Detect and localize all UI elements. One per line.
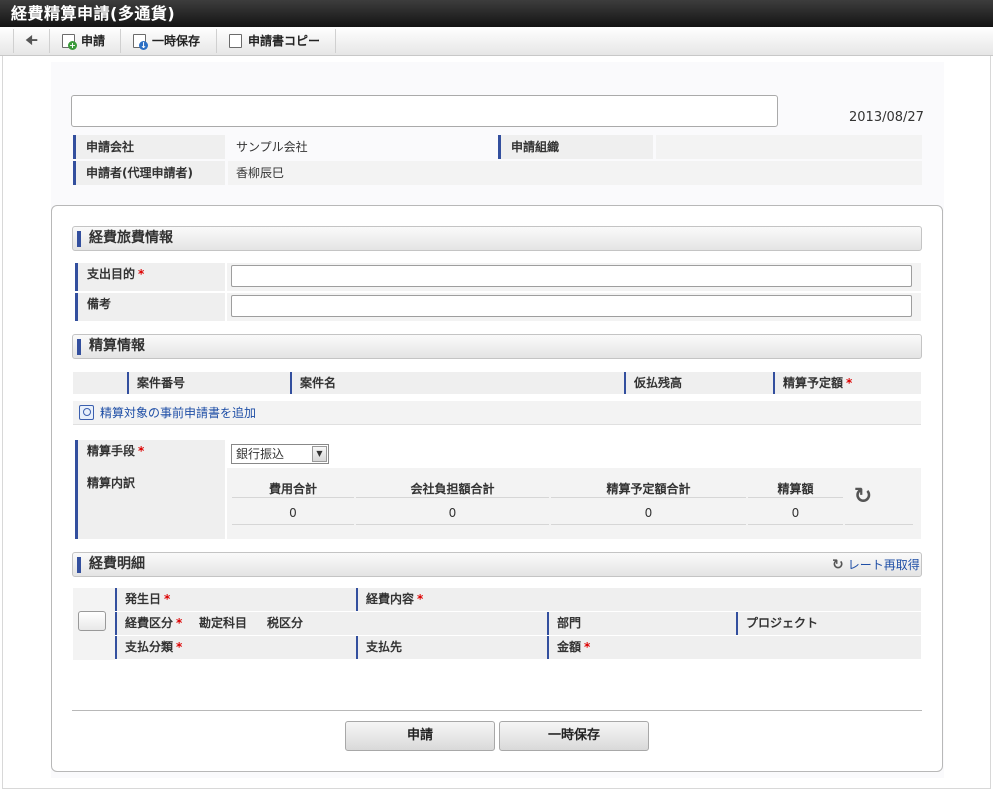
col-payment-type: 支払分類 * (115, 636, 182, 659)
back-button[interactable]: 🠈 (13, 29, 50, 53)
window-title: 経費精算申請(多通貨) (0, 0, 993, 27)
col-project-number: 案件番号 (127, 372, 287, 394)
detail-select-cell (73, 588, 115, 660)
travel-section-header: 経費旅費情報 (72, 226, 922, 251)
save-doc-icon: ↓ (133, 34, 148, 50)
col-planned-amount: 精算予定額 * (773, 372, 921, 394)
copy-toolbar-button[interactable]: 申請書コピー (218, 29, 336, 53)
purpose-row: 支出目的 * (75, 263, 921, 291)
detail-header-row-3: 支払分類 * 支払先 金額 * (115, 636, 921, 660)
method-selected-value: 銀行振込 (236, 447, 285, 461)
detail-header-row-1: 発生日 * 経費内容 * (115, 588, 921, 612)
detail-table: 発生日 * 経費内容 * 経費区分 * 勘定科目 税区分 部門 プロジェクト 支払分類… (73, 588, 921, 660)
chevron-down-icon: ▼ (312, 446, 327, 462)
company-row: 申請会社 サンプル会社 申請組織 (73, 135, 922, 159)
col-advance-balance: 仮払残高 (624, 372, 769, 394)
document-title-input[interactable] (71, 95, 778, 127)
rate-refresh-link[interactable]: ↻ レート再取得 (832, 556, 920, 573)
company-burden-value: 0 (448, 506, 457, 520)
settlement-amount-value: 0 (791, 506, 800, 520)
col-project-name: 案件名 (290, 372, 620, 394)
copy-doc-icon (229, 34, 242, 48)
breakdown-label: 精算内訳 (75, 468, 225, 539)
breakdown-row: 精算内訳 費用合計 0 会社負担額合計 0 精算予定額合計 0 精算額 0 (75, 468, 921, 539)
method-select[interactable]: 銀行振込 ▼ (231, 444, 329, 464)
total-expense-value: 0 (289, 506, 297, 520)
detail-header-row-2: 経費区分 * 勘定科目 税区分 部門 プロジェクト (115, 612, 921, 636)
purpose-value-cell (227, 263, 921, 291)
applicant-label: 申請者(代理申請者) (73, 161, 225, 185)
document-date: 2013/08/27 (849, 110, 924, 125)
save-button[interactable]: 一時保存 (499, 721, 649, 751)
settlement-section-header: 精算情報 (72, 334, 922, 359)
arrow-left-icon: 🠈 (24, 33, 38, 49)
refresh-icon[interactable]: ↻ (852, 486, 874, 508)
col-payee: 支払先 (356, 636, 402, 659)
company-label: 申請会社 (73, 135, 225, 159)
purpose-label: 支出目的 * (75, 263, 225, 291)
note-label: 備考 (75, 293, 225, 321)
col-occurrence-date: 発生日 * (115, 588, 170, 611)
col-project: プロジェクト (736, 612, 818, 635)
col-department: 部門 (547, 612, 581, 635)
applicant-value: 香柳辰巳 (228, 161, 922, 185)
detail-section-header: 経費明細 (72, 552, 922, 577)
note-value-cell (227, 293, 921, 321)
toolbar: 🠈 + 申請 ↓ 一時保存 申請書コピー (0, 27, 993, 56)
add-prior-application-link[interactable]: 精算対象の事前申請書を追加 (100, 401, 256, 425)
org-label: 申請組織 (498, 135, 653, 159)
breakdown-values: 費用合計 0 会社負担額合計 0 精算予定額合計 0 精算額 0 (227, 468, 921, 539)
applicant-row: 申請者(代理申請者) 香柳辰巳 (73, 161, 922, 185)
note-input[interactable] (231, 295, 912, 317)
apply-button[interactable]: 申請 (345, 721, 495, 751)
add-prior-application-row: 精算対象の事前申請書を追加 (73, 401, 921, 425)
col-tax-category: 税区分 (267, 616, 304, 630)
copy-toolbar-label: 申請書コピー (248, 34, 321, 48)
save-toolbar-label: 一時保存 (152, 34, 201, 48)
search-icon[interactable] (79, 405, 94, 420)
apply-doc-icon: + (62, 34, 77, 50)
col-expense-content: 経費内容 * (356, 588, 423, 611)
refresh-rate-icon: ↻ (832, 557, 844, 573)
col-expense-category: 経費区分 * (115, 612, 182, 635)
col-amount: 金額 * (547, 636, 590, 659)
purpose-input[interactable] (231, 265, 912, 287)
org-value (656, 135, 922, 159)
method-row: 精算手段 * (75, 440, 921, 468)
apply-toolbar-label: 申請 (81, 34, 106, 48)
apply-toolbar-button[interactable]: + 申請 (51, 29, 121, 53)
settlement-table-header: 案件番号 案件名 仮払残高 精算予定額 * (73, 372, 921, 394)
note-row: 備考 (75, 293, 921, 321)
col-account: 勘定科目 (199, 616, 248, 630)
footer-divider (72, 710, 922, 711)
detail-row-button[interactable] (78, 611, 106, 631)
planned-total-value: 0 (644, 506, 653, 520)
save-toolbar-button[interactable]: ↓ 一時保存 (122, 29, 217, 53)
method-label: 精算手段 * (75, 440, 225, 468)
